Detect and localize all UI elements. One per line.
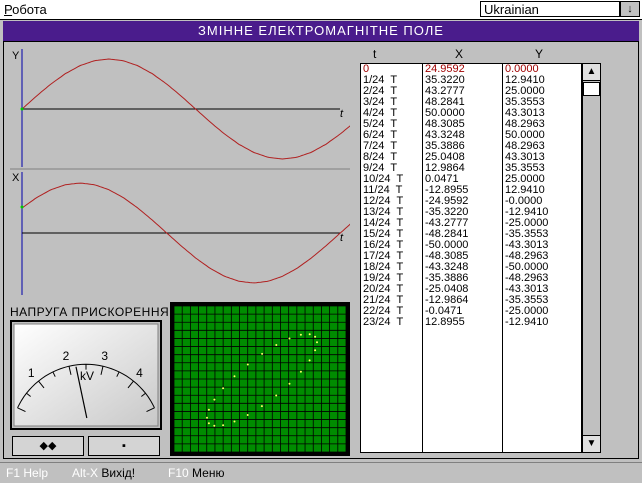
status-bar: F1 Help Alt-X Вихід! F10 Меню xyxy=(0,462,642,483)
help-shortcut[interactable]: F1 Help xyxy=(6,463,48,483)
gauge-tick-label: 3 xyxy=(101,349,108,363)
language-dropdown-arrow-icon[interactable]: ↓ xyxy=(620,1,640,17)
trace-dot xyxy=(308,359,311,362)
top-graph-axis-label: Y xyxy=(12,50,20,62)
gauge-tick-label: 1 xyxy=(28,366,35,380)
gauge-tick-label: 4 xyxy=(136,366,143,380)
menu-robota-label: обота xyxy=(12,2,47,17)
menu-robota[interactable]: Робота xyxy=(4,2,47,17)
table-cell-x: 12.8955 xyxy=(425,316,465,328)
trace-dot xyxy=(314,349,317,352)
trace-dot xyxy=(233,375,236,378)
wave-graphs: Y X t t xyxy=(10,47,350,297)
x-origin-marker xyxy=(20,205,24,209)
scroll-thumb[interactable] xyxy=(583,82,600,96)
trace-dot xyxy=(275,394,278,397)
trace-dot xyxy=(299,333,302,336)
column-t: 0 1/24 T 2/24 T 3/24 T 4/24 T 5/24 T 6/24 T 7/2… xyxy=(363,64,421,452)
column-x: 24.9592 35.3220 43.2777 48.2841 50.0000 48.30… xyxy=(425,64,501,452)
trace-dot xyxy=(308,333,311,336)
table-cell-t: 23/24 T xyxy=(363,316,404,328)
scroll-down-icon[interactable]: ▼ xyxy=(583,435,600,452)
voltage-gauge: 012345 kV xyxy=(10,320,162,430)
trace-dot xyxy=(288,382,291,385)
gauge-decrease-button[interactable]: ◆◆ xyxy=(12,436,84,456)
language-select[interactable]: Ukrainian xyxy=(480,1,620,17)
trace-dot xyxy=(246,414,249,416)
page-title: ЗМІННЕ ЕЛЕКТРОМАГНІТНЕ ПОЛЕ xyxy=(3,21,639,41)
oscilloscope-screen xyxy=(170,302,350,456)
table-header-y: Y xyxy=(535,47,544,61)
trace-dot xyxy=(207,422,210,425)
gauge-tick-label: 2 xyxy=(63,349,70,363)
bottom-graph-axis-label: X xyxy=(12,172,20,184)
y-origin-marker xyxy=(20,107,24,111)
trace-dot xyxy=(246,363,249,366)
trace-dot xyxy=(206,416,208,419)
gauge-increase-button[interactable]: ▪ xyxy=(88,436,160,456)
trace-dot xyxy=(222,387,225,390)
trace-dot xyxy=(299,370,302,373)
column-y: 0.0000 12.9410 25.0000 35.3553 43.3013 48.296… xyxy=(505,64,581,452)
gauge-title: НАПРУГА ПРИСКОРЕННЯ xyxy=(10,305,170,319)
trace-dot xyxy=(233,420,236,423)
table-header-x: X xyxy=(455,47,464,61)
menu-robota-hotkey: Р xyxy=(4,2,13,17)
menu-shortcut[interactable]: F10 Меню xyxy=(168,463,224,483)
trace-dot xyxy=(275,344,278,346)
table-cell-y: -12.9410 xyxy=(505,316,549,328)
trace-dot xyxy=(260,405,263,408)
trace-dot xyxy=(316,341,318,344)
trace-dot xyxy=(261,352,264,355)
scroll-up-icon[interactable]: ▲ xyxy=(583,64,600,81)
data-table[interactable]: 0 1/24 T 2/24 T 3/24 T 4/24 T 5/24 T 6/24 T 7/2… xyxy=(360,63,582,453)
trace-dot xyxy=(213,424,216,427)
trace-dot xyxy=(213,398,216,401)
trace-dot xyxy=(288,337,291,340)
trace-dot xyxy=(207,408,210,411)
trace-dot xyxy=(314,335,317,338)
trace-dot xyxy=(222,424,225,427)
exit-shortcut[interactable]: Alt-X Вихід! xyxy=(72,463,135,483)
gauge-unit: kV xyxy=(80,369,94,383)
table-scrollbar[interactable]: ▲ ▼ xyxy=(582,63,601,453)
table-header-t: t xyxy=(373,47,377,61)
